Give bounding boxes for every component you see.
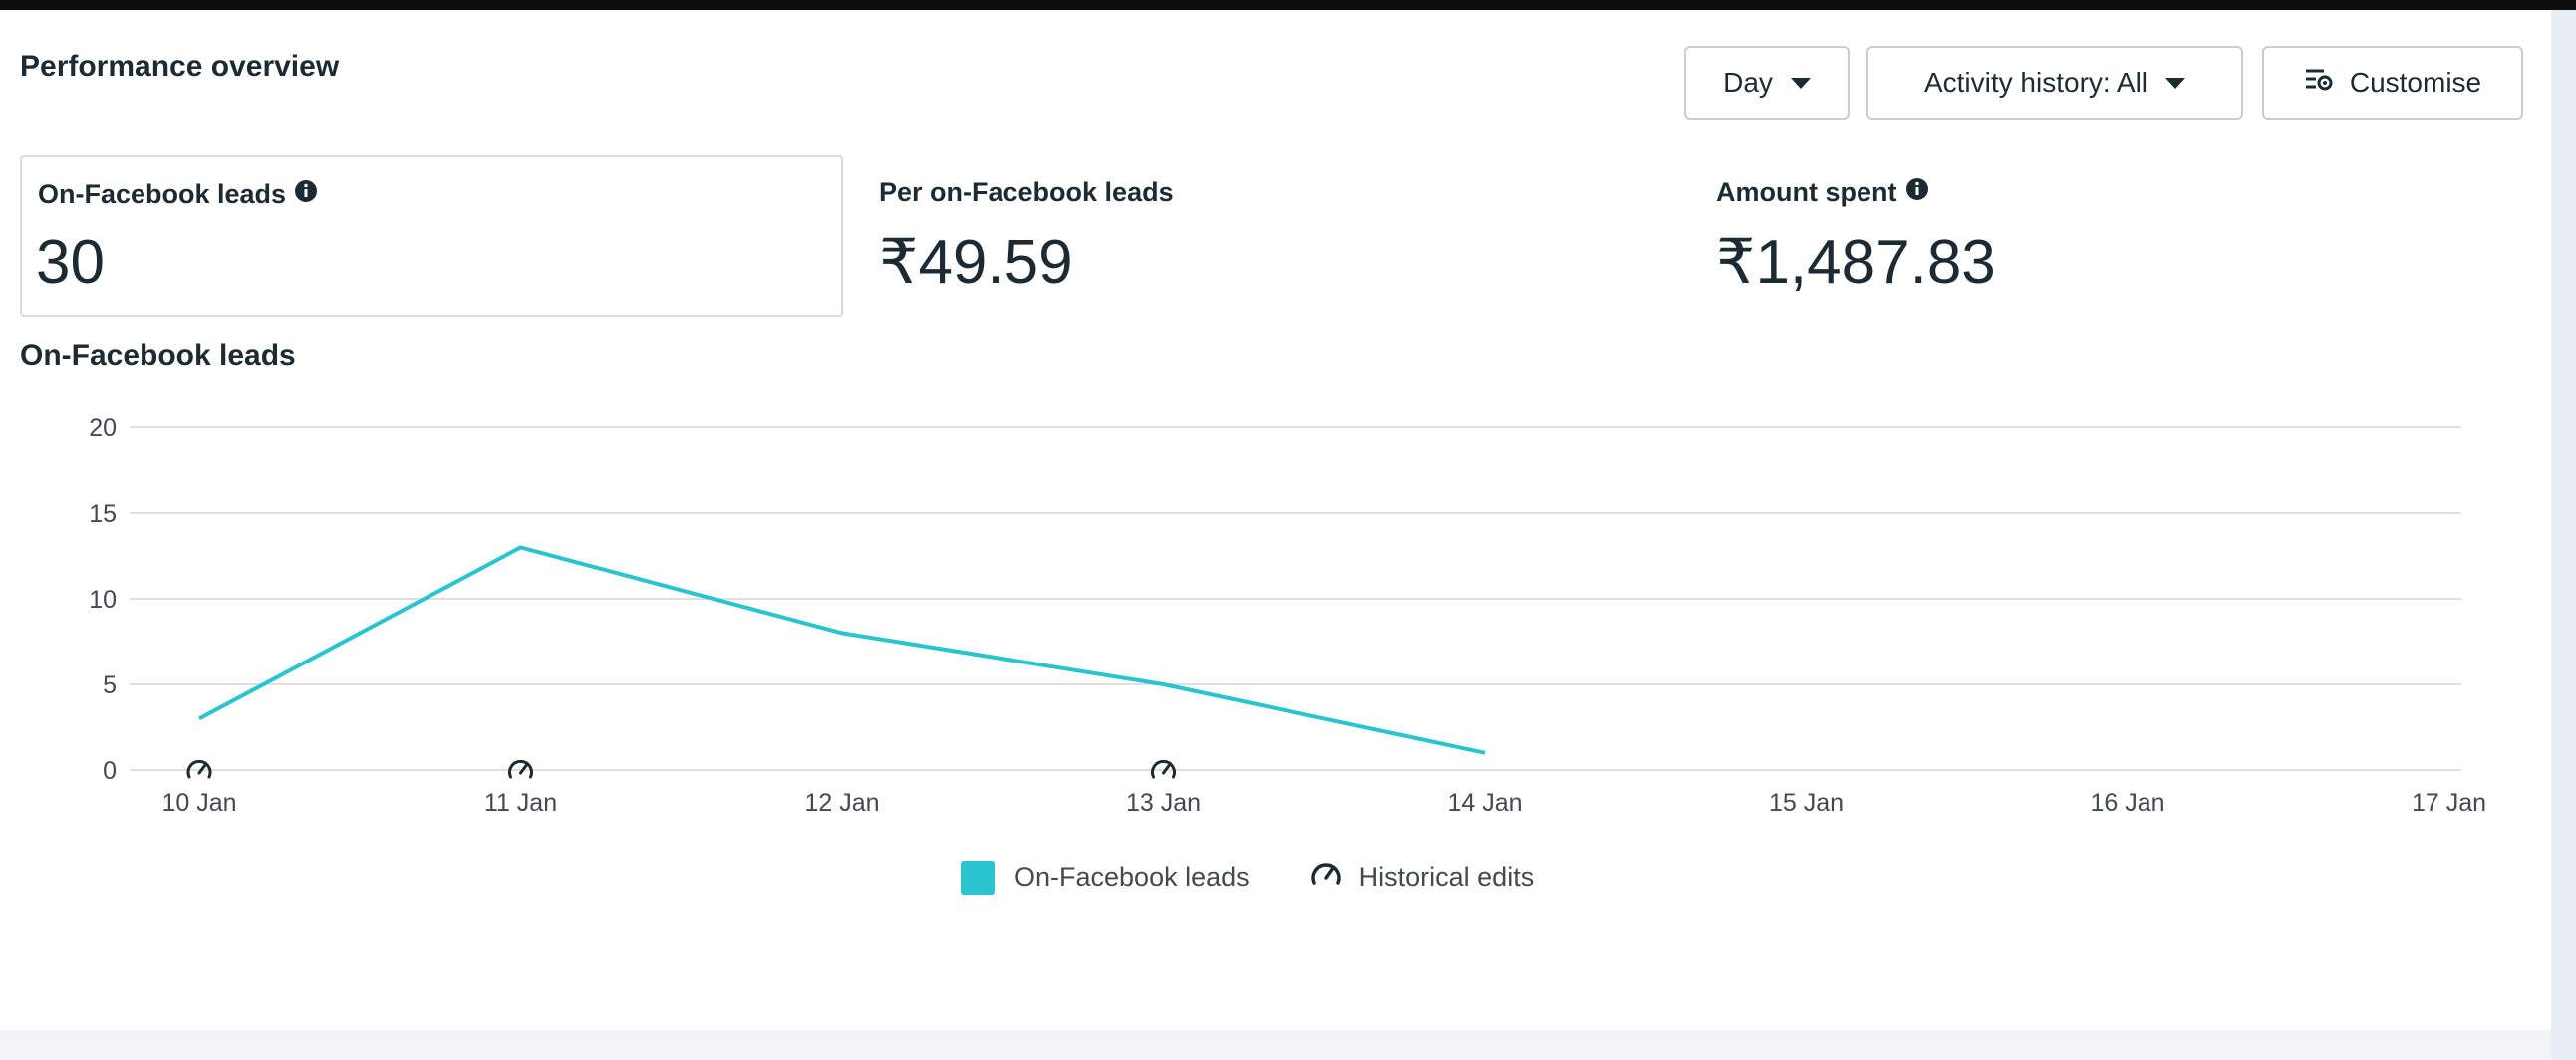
metric-label: Per on-Facebook leads [879,177,1174,208]
y-tick-label: 0 [103,757,117,785]
x-tick-label: 13 Jan [1126,789,1201,817]
x-tick-label: 14 Jan [1447,789,1522,817]
metric-value: 30 [36,228,105,297]
day-dropdown-button[interactable]: Day [1684,46,1850,120]
metric-card-amount-spent[interactable]: Amount spent ₹1,487.83 [1716,155,2473,317]
y-tick-label: 10 [89,586,117,614]
metric-label: Amount spent [1716,177,1929,208]
metric-card-per-on-facebook-leads[interactable]: Per on-Facebook leads ₹49.59 [879,155,1576,317]
metric-label-text: Per on-Facebook leads [879,177,1174,207]
chart-title: On-Facebook leads [20,339,296,372]
x-tick-label: 16 Jan [2090,789,2164,817]
legend-label: On-Facebook leads [1014,862,1250,892]
y-tick-label: 15 [89,500,117,528]
x-tick-label: 15 Jan [1769,789,1844,817]
caret-down-icon [2165,77,2186,89]
legend-label: Historical edits [1358,862,1535,892]
legend-swatch [961,860,995,895]
metric-value: ₹49.59 [879,228,1073,297]
x-tick-label: 12 Jan [804,789,879,817]
right-edge-strip [2551,10,2576,1060]
series-line [198,545,1486,755]
caret-down-icon [1790,77,1811,89]
metric-label-text: Amount spent [1716,177,1897,207]
y-tick-label: 20 [89,414,117,442]
customise-button[interactable]: Customise [2262,46,2523,120]
speedometer-edit-icon [1309,859,1343,896]
page-title: Performance overview [20,50,340,83]
metric-label-text: On-Facebook leads [38,179,287,209]
day-dropdown-label: Day [1723,67,1773,98]
info-icon[interactable] [294,179,318,210]
metric-card-on-facebook-leads[interactable]: On-Facebook leads 30 [20,155,843,317]
metric-label: On-Facebook leads [38,179,318,210]
legend-item-series[interactable]: On-Facebook leads [961,860,1250,895]
activity-history-dropdown-button[interactable]: Activity history: All [1866,46,2243,120]
window-top-bar [0,0,2576,10]
bottom-edge-strip [0,1030,2551,1060]
x-tick-label: 17 Jan [2412,789,2486,817]
info-icon[interactable] [1905,177,1929,208]
chart-legend: On-Facebook leads Historical edits [961,859,1534,896]
customise-columns-icon [2304,67,2334,100]
x-tick-label: 10 Jan [161,789,236,817]
x-tick-label: 11 Jan [484,789,557,817]
customise-label: Customise [2349,67,2482,98]
metric-value: ₹1,487.83 [1716,228,1996,297]
line-chart: 0 5 10 15 20 10 Jan 11 Jan 12 Jan 13 Jan 14 Jan 1… [89,414,2486,817]
legend-item-historical-edits[interactable]: Historical edits [1309,859,1535,896]
activity-history-label: Activity history: All [1923,67,2148,98]
y-tick-label: 5 [103,671,117,699]
